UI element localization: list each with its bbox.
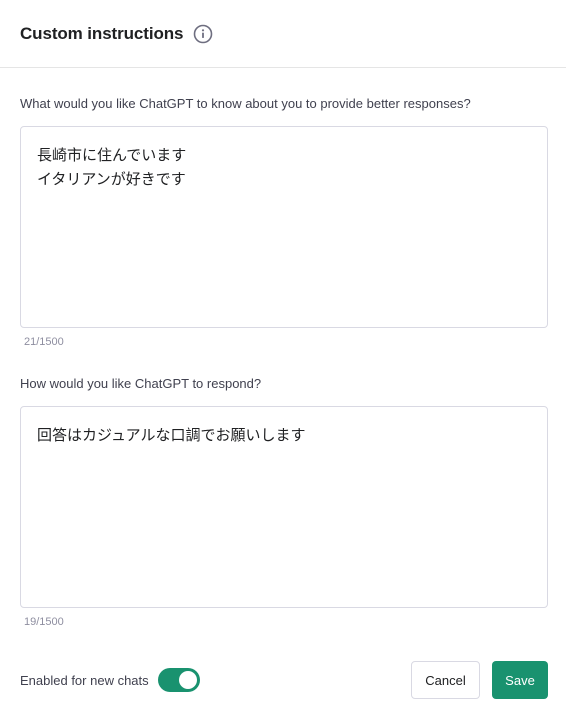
about-you-line: イタリアンが好きです: [37, 170, 186, 188]
about-you-line: 長崎市に住んでいます: [37, 146, 187, 164]
dialog-header: Custom instructions: [0, 0, 566, 68]
respond-line: 回答はカジュアルな口調でお願いします: [37, 426, 306, 444]
respond-section: How would you like ChatGPT to respond? 回…: [20, 376, 548, 628]
about-you-section: What would you like ChatGPT to know abou…: [20, 96, 548, 348]
enabled-for-new-chats-toggle[interactable]: [157, 668, 200, 692]
cancel-button[interactable]: Cancel: [411, 661, 480, 699]
toggle-knob: [178, 671, 197, 689]
save-button[interactable]: Save: [492, 661, 548, 699]
respond-label: How would you like ChatGPT to respond?: [20, 376, 262, 391]
info-icon[interactable]: [193, 24, 213, 44]
enabled-toggle-label: Enabled for new chats: [20, 672, 149, 688]
respond-textarea[interactable]: 回答はカジュアルな口調でお願いします: [20, 406, 548, 608]
about-you-char-counter: 21/1500: [24, 336, 64, 348]
respond-char-counter: 19/1500: [24, 616, 64, 628]
dialog-footer: Enabled for new chats Cancel Save: [20, 661, 548, 699]
about-you-label: What would you like ChatGPT to know abou…: [20, 96, 471, 111]
custom-instructions-dialog: Custom instructions What would you like …: [0, 0, 566, 711]
about-you-textarea[interactable]: 長崎市に住んでいます イタリアンが好きです: [20, 126, 548, 328]
dialog-title: Custom instructions: [20, 23, 184, 43]
